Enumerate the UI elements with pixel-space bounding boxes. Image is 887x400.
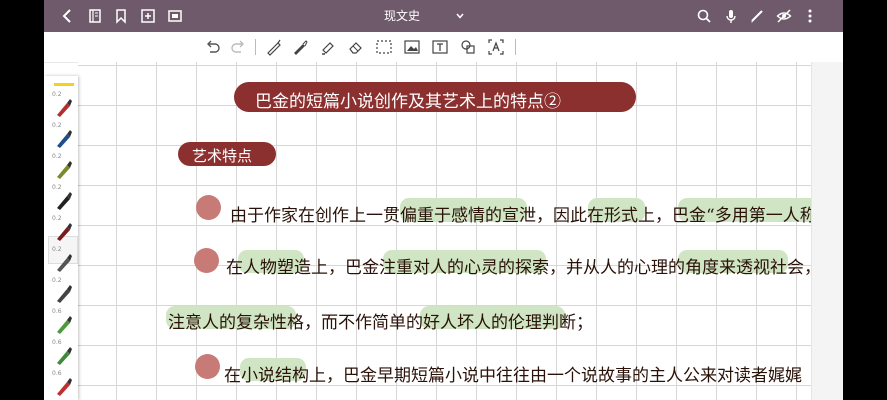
pen-swatch[interactable]: 0.2 bbox=[44, 121, 78, 153]
text-box-icon[interactable] bbox=[431, 38, 449, 56]
pen-swatch[interactable]: 0.6 bbox=[44, 338, 78, 370]
bookmark-icon[interactable] bbox=[111, 6, 131, 26]
note-line: 注意人的复杂性格，而不作简单的好人坏人的伦理判断； bbox=[168, 313, 593, 333]
bullet-dot bbox=[196, 195, 221, 220]
pen-swatch[interactable]: 0.2 bbox=[44, 245, 78, 277]
note-line: 由于作家在创作上一贯偏重于感情的宣泄，因此在形式上，巴金“多用第一人称来写小说”… bbox=[230, 206, 843, 226]
chevron-down-icon[interactable] bbox=[455, 11, 465, 21]
image-icon[interactable] bbox=[403, 38, 421, 56]
undo-icon[interactable] bbox=[204, 38, 222, 56]
more-vertical-icon[interactable] bbox=[800, 6, 820, 26]
fountain-pen-icon[interactable] bbox=[265, 38, 283, 56]
drawing-toolbar bbox=[44, 32, 843, 63]
note-title: 巴金的短篇小说创作及其艺术上的特点② bbox=[255, 92, 561, 112]
note-canvas[interactable]: 巴金的短篇小说创作及其艺术上的特点② 艺术特点 由于作家在创作上一贯偏重于感情的… bbox=[78, 62, 843, 400]
pen-icon bbox=[57, 378, 72, 396]
search-icon[interactable] bbox=[694, 6, 714, 26]
section-heading: 艺术特点 bbox=[192, 147, 253, 165]
pen-swatch[interactable]: 0.6 bbox=[44, 307, 78, 339]
add-page-icon[interactable] bbox=[138, 6, 158, 26]
pen-icon bbox=[57, 316, 72, 334]
pen-swatch[interactable]: 0.2 bbox=[44, 90, 78, 122]
active-pen-indicator bbox=[54, 83, 74, 86]
pen-swatch[interactable]: 0.6 bbox=[44, 369, 78, 400]
pen-swatch[interactable]: 0.2 bbox=[44, 276, 78, 308]
pen-icon bbox=[57, 254, 72, 272]
pen-icon bbox=[57, 285, 72, 303]
chevron-left-icon[interactable] bbox=[58, 6, 78, 26]
pen-icon bbox=[57, 130, 72, 148]
shapes-icon[interactable] bbox=[459, 38, 477, 56]
redo-icon[interactable] bbox=[229, 38, 247, 56]
toolbar-divider bbox=[255, 39, 256, 55]
pen-icon bbox=[57, 192, 72, 210]
note-line: 在小说结构上，巴金早期短篇小说中往往由一个说故事的主人公来对读者娓娓 bbox=[224, 366, 802, 386]
pen-palette: 0.2 0.2 0.2 0.2 0.2 0.2 0.2 0.6 0.6 0.6 bbox=[44, 76, 78, 400]
notebook-icon[interactable] bbox=[85, 6, 105, 26]
note-line: 在人物塑造上，巴金注重对人的心灵的探索，并从人的心理的角度来透视社会， bbox=[226, 258, 821, 278]
pen-swatch[interactable]: 0.2 bbox=[44, 152, 78, 184]
bullet-dot bbox=[194, 248, 219, 273]
pen-swatch[interactable]: 0.2 bbox=[44, 183, 78, 215]
note-app: 现文史 巴金的短篇小说创作及其艺术上的特点② 艺术特点 由于作家在创作上一贯偏重… bbox=[44, 0, 843, 400]
eraser-icon[interactable] bbox=[347, 38, 365, 56]
mic-icon[interactable] bbox=[721, 6, 741, 26]
pen-icon[interactable] bbox=[747, 6, 767, 26]
pen-icon bbox=[57, 161, 72, 179]
pen-icon bbox=[57, 347, 72, 365]
pen-icon bbox=[57, 99, 72, 117]
pen-icon bbox=[57, 223, 72, 241]
text-recognition-icon[interactable] bbox=[487, 38, 505, 56]
ballpoint-icon[interactable] bbox=[291, 38, 309, 56]
page-scrollbar[interactable] bbox=[811, 62, 843, 400]
top-bar: 现文史 bbox=[44, 0, 843, 32]
highlighter-icon[interactable] bbox=[319, 38, 337, 56]
toolbar-divider bbox=[515, 39, 516, 55]
eye-off-icon[interactable] bbox=[774, 6, 794, 26]
bullet-dot bbox=[195, 354, 220, 379]
pen-swatch[interactable]: 0.2 bbox=[44, 214, 78, 246]
note-title-pill: 巴金的短篇小说创作及其艺术上的特点② bbox=[234, 82, 636, 112]
pages-icon[interactable] bbox=[165, 6, 185, 26]
lasso-select-icon[interactable] bbox=[375, 38, 393, 56]
document-title[interactable]: 现文史 bbox=[384, 0, 420, 32]
section-heading-pill: 艺术特点 bbox=[178, 142, 276, 166]
